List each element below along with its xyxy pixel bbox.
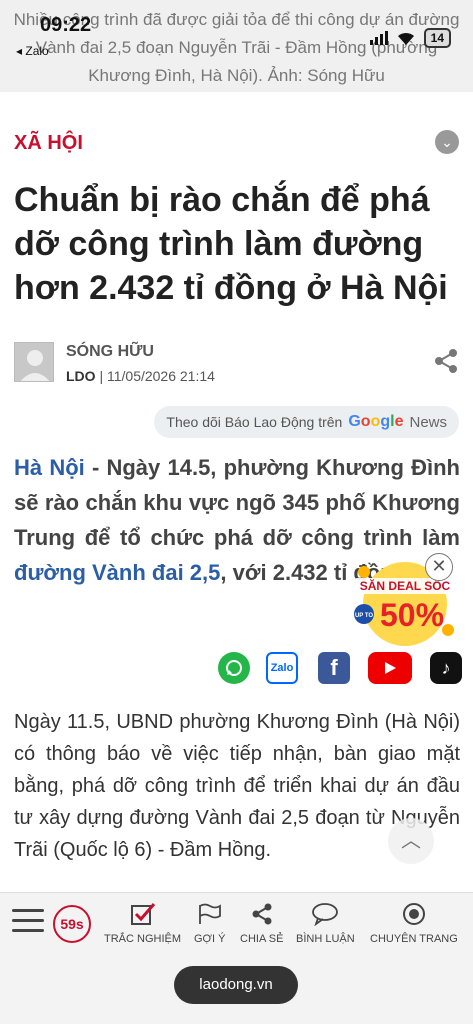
google-logo: Google (348, 413, 404, 430)
nav-comment[interactable]: BÌNH LUẬN (296, 901, 355, 945)
nav-quiz-label: TRẮC NGHIỆM (104, 933, 181, 945)
nav-comment-label: BÌNH LUẬN (296, 933, 355, 945)
chevron-down-icon[interactable]: ⌄ (435, 130, 459, 154)
publish-datetime: | 11/05/2026 21:14 (99, 368, 215, 384)
menu-icon[interactable] (12, 909, 44, 935)
zalo-share-button[interactable]: Zalo (266, 652, 298, 684)
section-label[interactable]: XÃ HỘI (14, 132, 83, 155)
target-icon (402, 901, 426, 927)
article-meta: LDO | 11/05/2026 21:14 (66, 368, 215, 384)
chevron-up-icon: ︿ (401, 830, 421, 852)
quiz-check-icon (130, 901, 156, 927)
nav-special-pages[interactable]: CHUYÊN TRANG (370, 901, 458, 945)
news-label: News (409, 413, 447, 431)
author-name[interactable]: SÓNG HỮU (66, 343, 154, 361)
whatsapp-icon (226, 660, 242, 676)
reading-timer[interactable]: 59s (53, 905, 91, 943)
url-bar[interactable]: laodong.vn (174, 966, 298, 1004)
flag-icon (197, 901, 223, 927)
play-icon (385, 662, 396, 674)
lead-road-link[interactable]: đường Vành đai 2,5 (14, 560, 220, 585)
follow-google-news-button[interactable]: Theo dõi Báo Lao Động trên Google News (154, 406, 459, 438)
battery-icon: 14 (423, 28, 451, 48)
status-and-caption-area: Nhiều công trình đã được giải tỏa để thi… (0, 0, 473, 92)
article-title: Chuẩn bị rào chắn để phá dỡ công trình l… (14, 181, 448, 307)
back-to-zalo-link[interactable]: ◂ Zalo (16, 44, 49, 58)
follow-label: Theo dõi Báo Lao Động trên (166, 414, 343, 430)
youtube-button[interactable] (368, 652, 412, 684)
signal-icon (369, 31, 388, 45)
status-icons: 14 (369, 28, 451, 48)
source-label: LDO (66, 368, 96, 384)
wifi-icon (397, 32, 414, 45)
promo-percent: 50% (380, 597, 444, 633)
nav-quiz[interactable]: TRẮC NGHIỆM (104, 901, 181, 945)
bottom-navigation: 59s TRẮC NGHIỆM GỢI Ý CHIA SẺ BÌNH LUẬN … (0, 892, 473, 1024)
promo-upto: UP TO (355, 613, 373, 619)
share-icon (250, 901, 274, 927)
close-icon[interactable]: ✕ (425, 553, 453, 581)
nav-share-label: CHIA SẺ (240, 933, 284, 945)
nav-share[interactable]: CHIA SẺ (240, 901, 283, 945)
tiktok-button[interactable]: ♪ (430, 652, 462, 684)
facebook-share-button[interactable]: f (318, 652, 350, 684)
comment-icon (311, 901, 339, 927)
nav-suggest[interactable]: GỢI Ý (194, 901, 225, 945)
status-time: 09:22 (40, 14, 92, 36)
nav-suggest-label: GỢI Ý (194, 933, 226, 945)
share-icon[interactable] (433, 348, 459, 374)
lead-place-link[interactable]: Hà Nội (14, 455, 85, 480)
author-avatar (14, 342, 54, 382)
nav-special-pages-label: CHUYÊN TRANG (370, 933, 458, 945)
scroll-to-top-button[interactable]: ︿ (388, 818, 434, 864)
whatsapp-share-button[interactable] (218, 652, 250, 684)
